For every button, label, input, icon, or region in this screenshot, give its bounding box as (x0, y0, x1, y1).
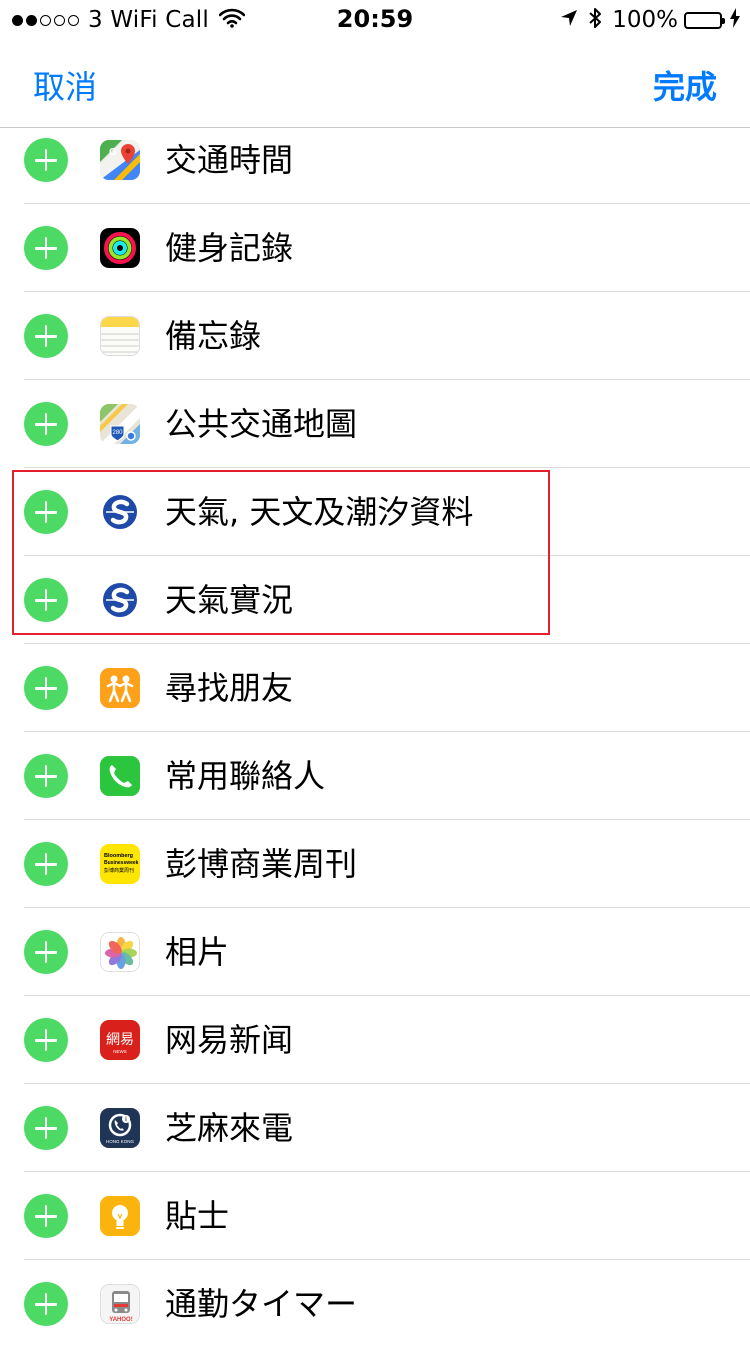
list-item[interactable]: 貼士 (0, 1172, 750, 1260)
battery-icon (684, 11, 725, 29)
add-button[interactable] (24, 1282, 68, 1326)
add-button[interactable] (24, 578, 68, 622)
row-label: 尋找朋友 (165, 669, 294, 707)
status-right: 100% (560, 6, 740, 34)
netease-glyphs: 網易 (106, 1032, 134, 1048)
tips-icon (100, 1196, 140, 1236)
list-item[interactable]: 網易 NEWS 网易新闻 (0, 996, 750, 1084)
netease-news-icon: 網易 NEWS (100, 1020, 140, 1060)
hko-weather-icon (100, 580, 140, 620)
add-button[interactable] (24, 1106, 68, 1150)
list-item[interactable]: 備忘錄 (0, 292, 750, 380)
add-button[interactable] (24, 1018, 68, 1062)
svg-text:G: G (109, 147, 117, 158)
phone-icon (100, 756, 140, 796)
list-item[interactable]: G 交通時間 (0, 128, 750, 204)
list-item[interactable]: 尋找朋友 (0, 644, 750, 732)
commute-timer-icon: YAHOO! (100, 1284, 140, 1324)
battery-percent: 100% (612, 7, 678, 33)
location-arrow-icon (560, 9, 578, 31)
notes-icon (100, 316, 140, 356)
status-bar: 3 WiFi Call 20:59 100% (0, 0, 750, 40)
find-friends-icon (100, 668, 140, 708)
charging-bolt-icon (730, 8, 740, 32)
list-item[interactable]: i HONG KONG 芝麻來電 (0, 1084, 750, 1172)
bloomberg-line2: Businessweek (104, 860, 139, 866)
add-button[interactable] (24, 930, 68, 974)
row-label: 公共交通地圖 (165, 405, 358, 443)
hko-weather-icon (100, 492, 140, 532)
row-label: 芝麻來電 (165, 1109, 294, 1147)
photos-icon (100, 932, 140, 972)
row-label: 天氣, 天文及潮汐資料 (165, 493, 474, 531)
list-item[interactable]: 常用聯絡人 (0, 732, 750, 820)
row-label: 常用聯絡人 (165, 757, 326, 795)
row-label: 天氣實況 (165, 581, 294, 619)
add-button[interactable] (24, 666, 68, 710)
transit-shield-label: 280 (112, 430, 123, 436)
row-label: 彭博商業周刊 (165, 845, 358, 883)
list-item[interactable]: 天氣, 天文及潮汐資料 (0, 468, 750, 556)
list-item[interactable]: 相片 (0, 908, 750, 996)
list-item[interactable]: Bloomberg Businessweek 彭博商業周刊 彭博商業周刊 (0, 820, 750, 908)
add-button[interactable] (24, 754, 68, 798)
navigation-bar: 取消 完成 (0, 40, 750, 128)
row-label: 网易新闻 (165, 1021, 294, 1059)
list-item[interactable]: YAHOO! 通勤タイマー (0, 1260, 750, 1348)
commute-brand: YAHOO! (109, 1317, 132, 1323)
add-button[interactable] (24, 402, 68, 446)
row-label: 交通時間 (165, 141, 294, 179)
cancel-button[interactable]: 取消 (33, 62, 97, 108)
add-button[interactable] (24, 138, 68, 182)
widget-list: G 交通時間 健身記錄 備忘錄 280 公共交通地圖 天氣, 天文及潮汐資料 天… (0, 128, 750, 1348)
caller-id-icon: i HONG KONG (100, 1108, 140, 1148)
row-label: 相片 (165, 933, 230, 971)
row-label: 通勤タイマー (165, 1285, 358, 1323)
bloomberg-icon: Bloomberg Businessweek 彭博商業周刊 (100, 844, 140, 884)
google-maps-icon: G (100, 140, 140, 180)
add-button[interactable] (24, 314, 68, 358)
list-item[interactable]: 健身記錄 (0, 204, 750, 292)
activity-icon (100, 228, 140, 268)
list-item[interactable]: 天氣實況 (0, 556, 750, 644)
transit-map-icon: 280 (100, 404, 140, 444)
bloomberg-line1: Bloomberg (104, 853, 133, 859)
add-button[interactable] (24, 226, 68, 270)
row-label: 貼士 (165, 1197, 230, 1235)
bluetooth-icon (588, 7, 602, 33)
add-button[interactable] (24, 490, 68, 534)
row-label: 備忘錄 (165, 317, 262, 355)
bloomberg-line3: 彭博商業周刊 (104, 867, 134, 874)
add-button[interactable] (24, 1194, 68, 1238)
row-label: 健身記錄 (165, 229, 294, 267)
list-item[interactable]: 280 公共交通地圖 (0, 380, 750, 468)
add-button[interactable] (24, 842, 68, 886)
done-button[interactable]: 完成 (653, 62, 717, 108)
caller-id-sub: HONG KONG (106, 1139, 135, 1144)
netease-sub: NEWS (113, 1049, 127, 1054)
